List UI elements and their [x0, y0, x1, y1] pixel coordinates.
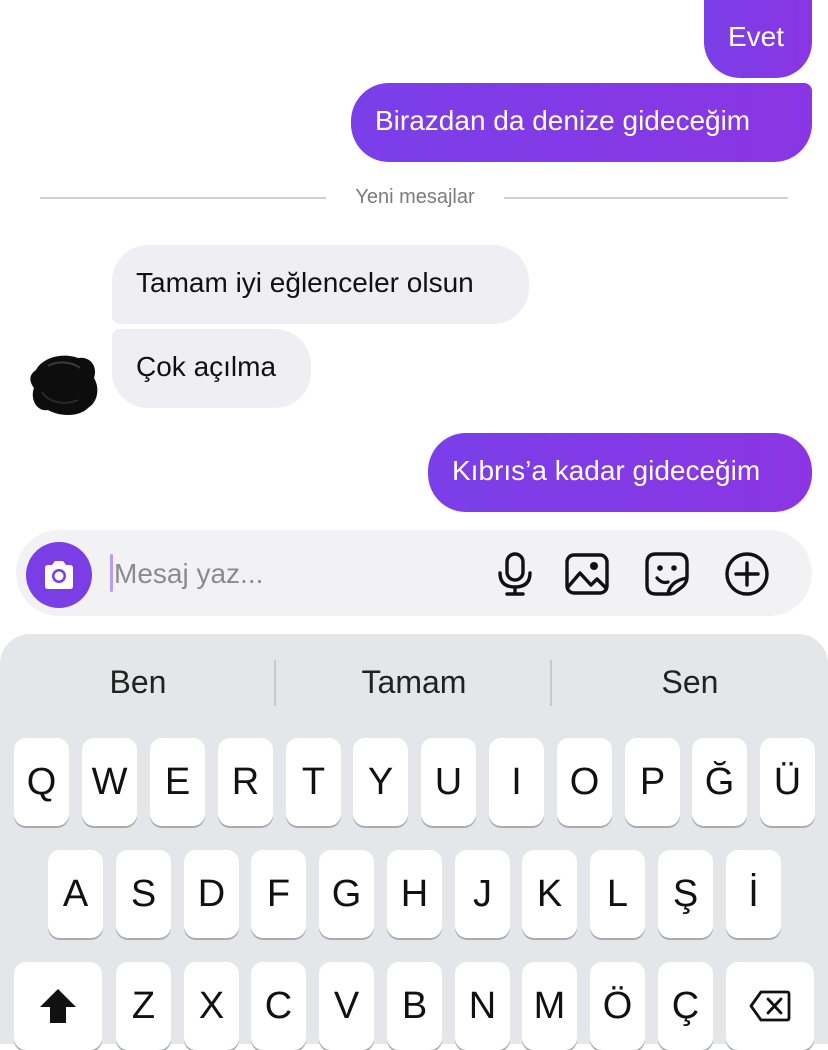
key-f[interactable]: F — [251, 850, 306, 938]
key-i[interactable]: I — [489, 738, 544, 826]
key-e[interactable]: E — [150, 738, 205, 826]
suggestion-ben[interactable]: Ben — [38, 664, 238, 701]
key-y[interactable]: Y — [353, 738, 408, 826]
incoming-message[interactable]: Tamam iyi eğlenceler olsun — [112, 245, 529, 324]
outgoing-message[interactable]: Kıbrıs’a kadar gideceğim — [428, 433, 812, 512]
key-c-cedilla[interactable]: Ç — [658, 962, 713, 1050]
key-u-umlaut[interactable]: Ü — [760, 738, 815, 826]
key-o[interactable]: O — [557, 738, 612, 826]
key-h[interactable]: H — [387, 850, 442, 938]
outgoing-message[interactable]: Birazdan da denize gideceğim — [351, 83, 812, 162]
key-g[interactable]: G — [319, 850, 374, 938]
microphone-icon[interactable] — [492, 551, 538, 597]
divider-line — [40, 197, 326, 199]
new-messages-divider: Yeni mesajlar — [355, 186, 475, 208]
key-z[interactable]: Z — [116, 962, 171, 1050]
message-input[interactable] — [112, 550, 476, 598]
key-p[interactable]: P — [625, 738, 680, 826]
key-m[interactable]: M — [522, 962, 577, 1050]
key-t[interactable]: T — [286, 738, 341, 826]
key-g-breve[interactable]: Ğ — [692, 738, 747, 826]
suggestion-tamam[interactable]: Tamam — [314, 664, 514, 701]
shift-icon — [40, 989, 76, 1023]
key-i-dot[interactable]: İ — [726, 850, 781, 938]
backspace-icon — [749, 990, 791, 1022]
key-o-umlaut[interactable]: Ö — [590, 962, 645, 1050]
message-composer — [16, 530, 812, 616]
key-q[interactable]: Q — [14, 738, 69, 826]
divider-line — [504, 197, 788, 199]
keyboard: Ben Tamam Sen Q W E R T Y U I O P Ğ Ü A … — [0, 634, 828, 1050]
key-s-cedilla[interactable]: Ş — [658, 850, 713, 938]
outgoing-message[interactable]: Evet — [704, 0, 812, 78]
key-c[interactable]: C — [251, 962, 306, 1050]
sticker-icon[interactable] — [644, 551, 690, 597]
key-a[interactable]: A — [48, 850, 103, 938]
suggestion-separator — [274, 660, 276, 706]
key-r[interactable]: R — [218, 738, 273, 826]
key-n[interactable]: N — [455, 962, 510, 1050]
backspace-key[interactable] — [726, 962, 814, 1050]
camera-button[interactable] — [26, 542, 92, 608]
key-u[interactable]: U — [421, 738, 476, 826]
plus-icon[interactable] — [724, 551, 770, 597]
key-v[interactable]: V — [319, 962, 374, 1050]
key-x[interactable]: X — [184, 962, 239, 1050]
avatar[interactable] — [28, 352, 100, 418]
key-l[interactable]: L — [590, 850, 645, 938]
key-k[interactable]: K — [522, 850, 577, 938]
key-b[interactable]: B — [387, 962, 442, 1050]
camera-icon — [45, 561, 73, 589]
shift-key[interactable] — [14, 962, 102, 1050]
key-d[interactable]: D — [184, 850, 239, 938]
incoming-message[interactable]: Çok açılma — [112, 329, 311, 408]
key-w[interactable]: W — [82, 738, 137, 826]
key-s[interactable]: S — [116, 850, 171, 938]
gallery-icon[interactable] — [564, 551, 610, 597]
suggestion-sen[interactable]: Sen — [590, 664, 790, 701]
key-j[interactable]: J — [455, 850, 510, 938]
suggestion-separator — [550, 660, 552, 706]
